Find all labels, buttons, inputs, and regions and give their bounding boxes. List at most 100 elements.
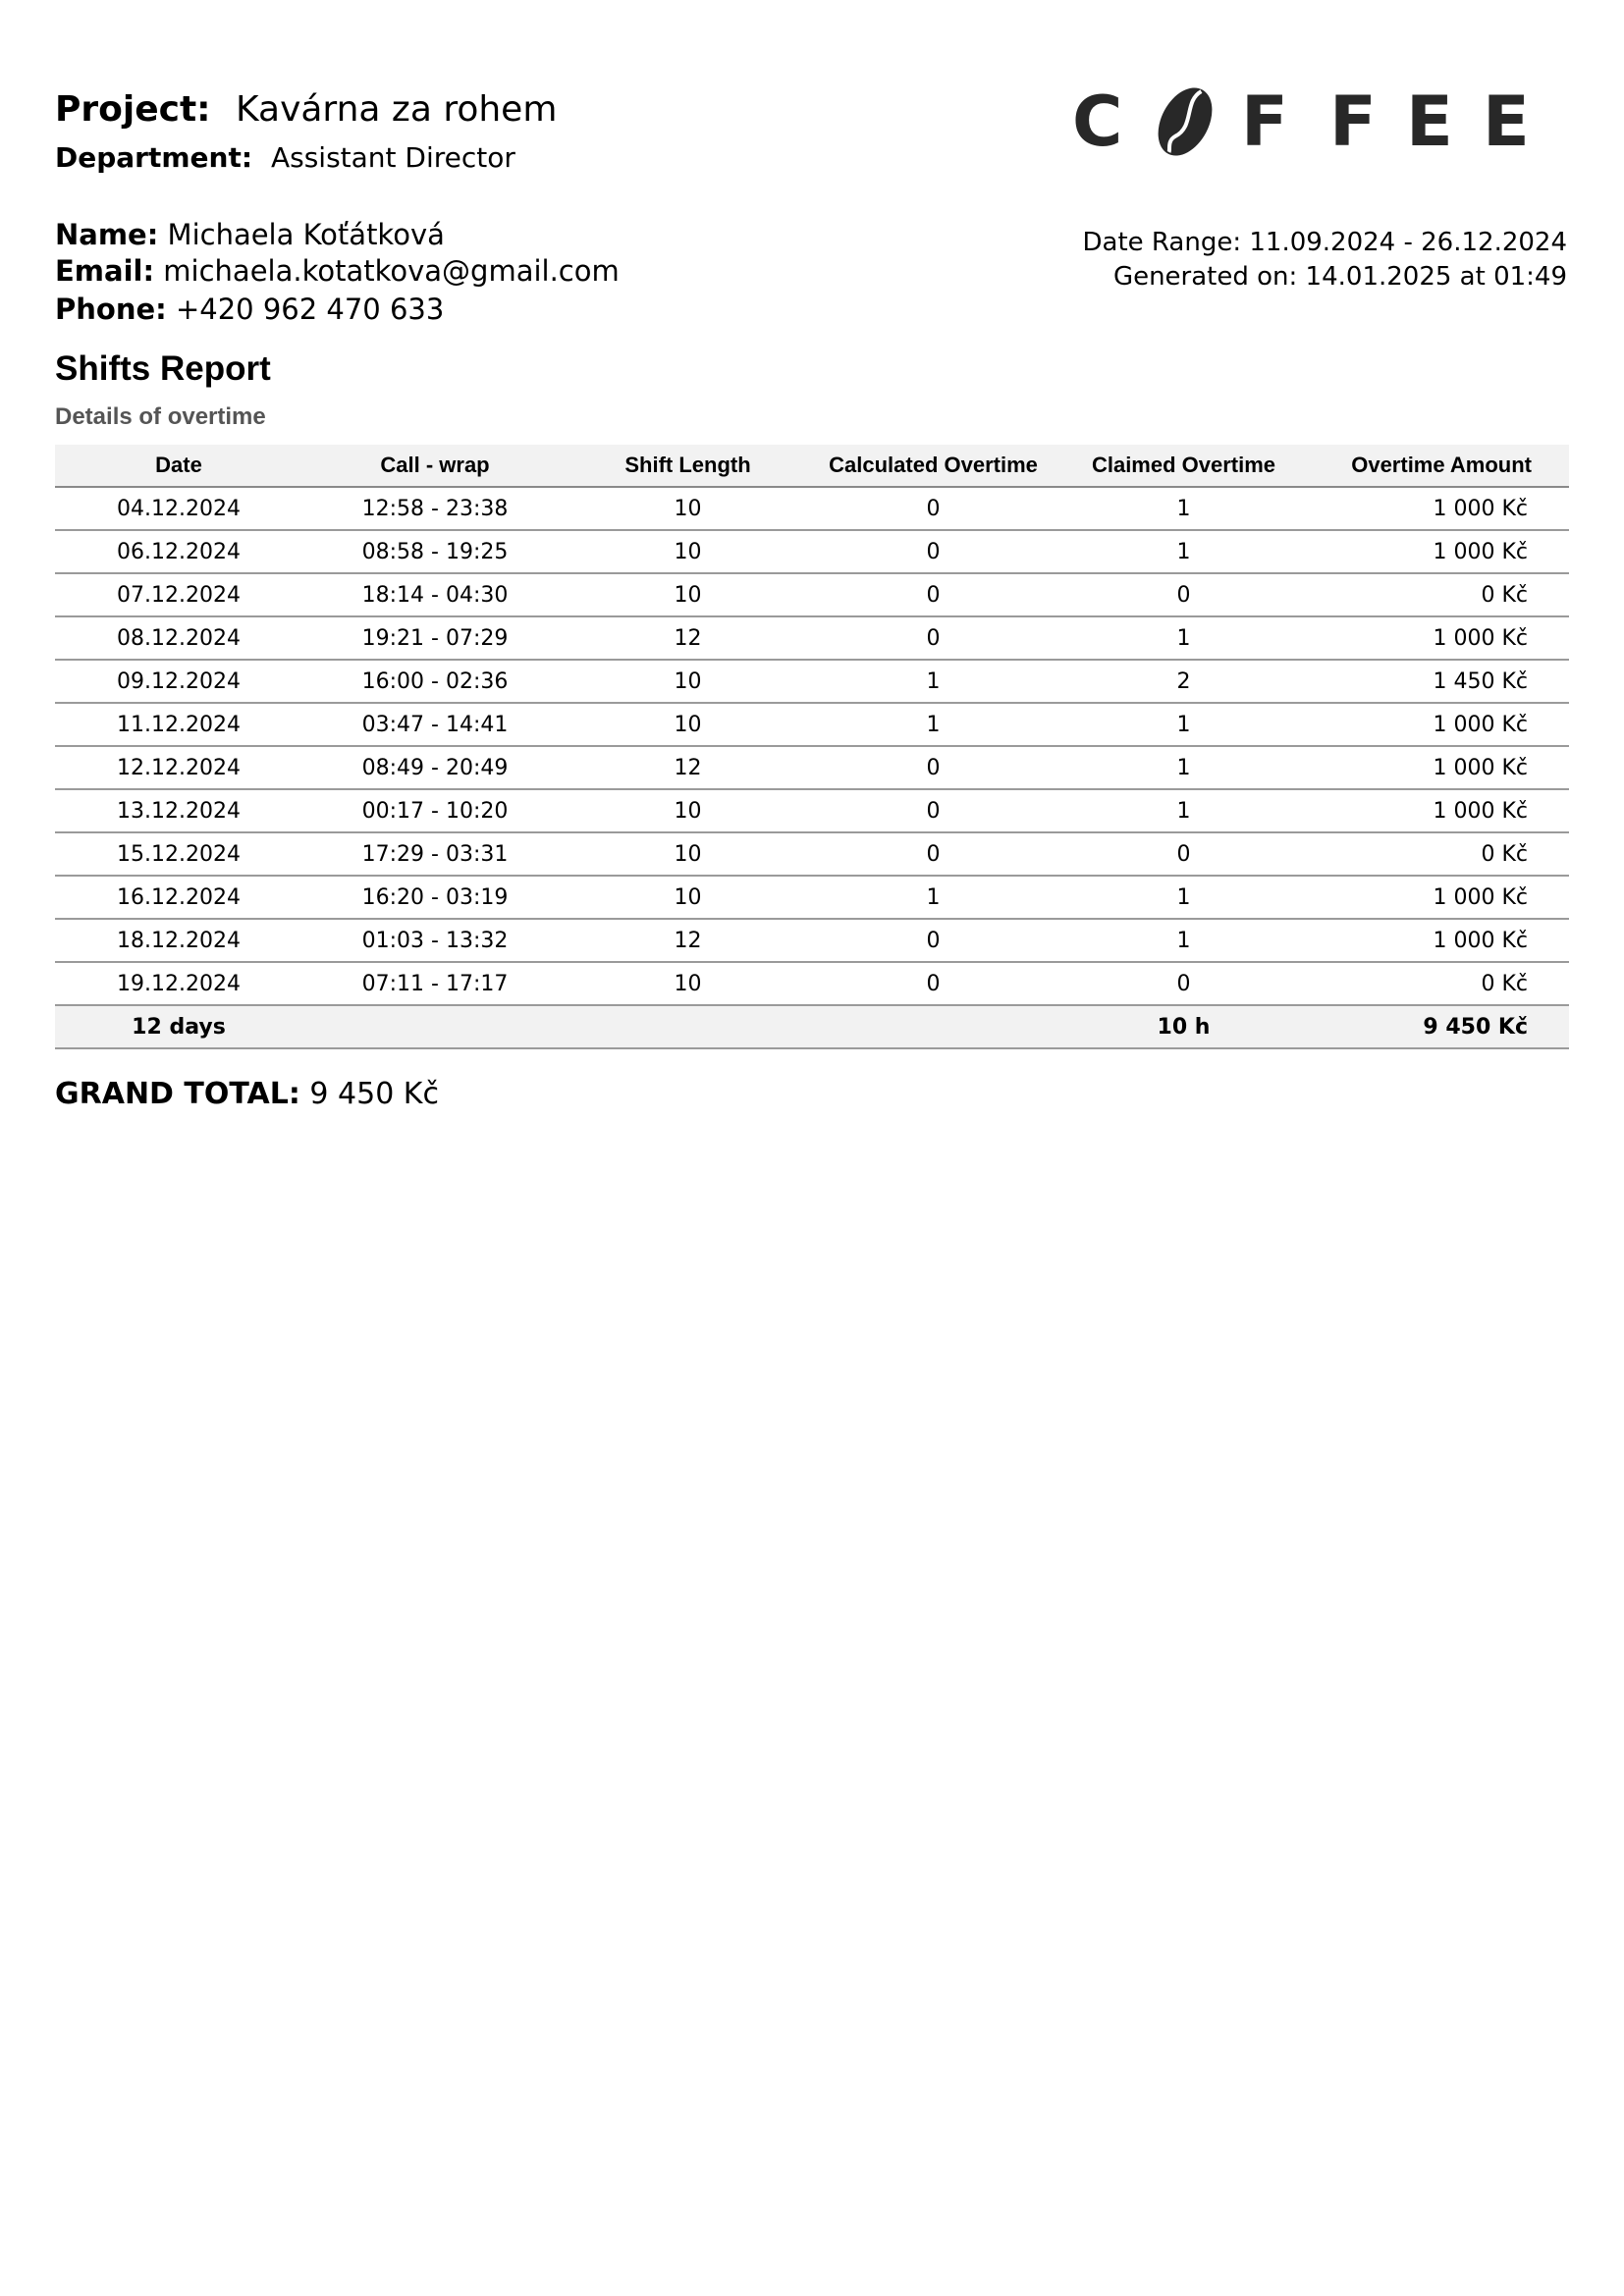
cell-claimed-overtime: 1 [1058, 746, 1309, 790]
cell-date: 04.12.2024 [55, 487, 302, 531]
cell-call-wrap: 08:58 - 19:25 [302, 530, 568, 574]
cell-overtime-amount: 1 000 Kč [1309, 487, 1569, 531]
cell-call-wrap: 07:11 - 17:17 [302, 962, 568, 1006]
table-total-row: 12 days 10 h 9 450 Kč [55, 1005, 1569, 1049]
cell-call-wrap: 16:00 - 02:36 [302, 660, 568, 704]
col-header-call-wrap: Call - wrap [302, 445, 568, 488]
logo-letter-c: C [1072, 81, 1123, 162]
cell-date: 12.12.2024 [55, 746, 302, 790]
table-row: 15.12.2024 17:29 - 03:31 10 0 0 0 Kč [55, 832, 1569, 877]
coffee-bean-icon [1158, 87, 1213, 156]
cell-shift-length: 12 [568, 746, 808, 790]
cell-shift-length: 10 [568, 789, 808, 833]
cell-date: 18.12.2024 [55, 919, 302, 963]
cell-call-wrap: 16:20 - 03:19 [302, 876, 568, 920]
cell-claimed-overtime: 1 [1058, 487, 1309, 531]
overtime-table: Date Call - wrap Shift Length Calculated… [55, 445, 1569, 1049]
report-title: Shifts Report [55, 349, 271, 388]
cell-claimed-overtime: 1 [1058, 616, 1309, 661]
email-label: Email: [55, 254, 155, 288]
table-row: 18.12.2024 01:03 - 13:32 12 0 1 1 000 Kč [55, 919, 1569, 963]
cell-shift-length: 12 [568, 919, 808, 963]
phone-label: Phone: [55, 293, 167, 326]
coffee-logo: C F F E E [1072, 82, 1536, 161]
email-line: Email: michaela.kotatkova@gmail.com [55, 253, 620, 289]
cell-overtime-amount: 1 000 Kč [1309, 746, 1569, 790]
cell-date: 15.12.2024 [55, 832, 302, 877]
department-line: Department: Assistant Director [55, 140, 515, 176]
col-header-claimed-overtime: Claimed Overtime [1058, 445, 1309, 488]
table-row: 07.12.2024 18:14 - 04:30 10 0 0 0 Kč [55, 573, 1569, 617]
cell-date: 16.12.2024 [55, 876, 302, 920]
cell-call-wrap: 00:17 - 10:20 [302, 789, 568, 833]
table-row: 04.12.2024 12:58 - 23:38 10 0 1 1 000 Kč [55, 487, 1569, 531]
name-label: Name: [55, 218, 159, 251]
cell-overtime-amount: 0 Kč [1309, 573, 1569, 617]
cell-calculated-overtime: 0 [808, 746, 1058, 790]
cell-shift-length: 10 [568, 876, 808, 920]
cell-calculated-overtime: 0 [808, 573, 1058, 617]
cell-claimed-overtime: 0 [1058, 962, 1309, 1006]
cell-call-wrap: 08:49 - 20:49 [302, 746, 568, 790]
cell-calculated-overtime: 0 [808, 832, 1058, 877]
logo-letter-f1: F [1241, 81, 1288, 162]
cell-claimed-overtime: 1 [1058, 919, 1309, 963]
table-header-row: Date Call - wrap Shift Length Calculated… [55, 445, 1569, 488]
cell-shift-length: 10 [568, 832, 808, 877]
department-label: Department: [55, 141, 253, 174]
total-empty-cell [302, 1005, 568, 1049]
cell-claimed-overtime: 0 [1058, 573, 1309, 617]
cell-overtime-amount: 1 000 Kč [1309, 616, 1569, 661]
cell-overtime-amount: 1 000 Kč [1309, 530, 1569, 574]
logo-letter-f2: F [1329, 81, 1377, 162]
cell-date: 09.12.2024 [55, 660, 302, 704]
cell-claimed-overtime: 0 [1058, 832, 1309, 877]
total-empty-cell [808, 1005, 1058, 1049]
logo-letter-e2: E [1483, 81, 1530, 162]
total-empty-cell [568, 1005, 808, 1049]
cell-calculated-overtime: 0 [808, 616, 1058, 661]
project-line: Project: Kavárna za rohem [55, 88, 557, 132]
report-page: Project: Kavárna za rohem Department: As… [0, 0, 1624, 2296]
cell-call-wrap: 17:29 - 03:31 [302, 832, 568, 877]
email-value: michaela.kotatkova@gmail.com [163, 254, 620, 288]
phone-line: Phone: +420 962 470 633 [55, 292, 444, 327]
table-row: 08.12.2024 19:21 - 07:29 12 0 1 1 000 Kč [55, 616, 1569, 661]
cell-shift-length: 10 [568, 703, 808, 747]
cell-date: 13.12.2024 [55, 789, 302, 833]
grand-total-label: GRAND TOTAL: [55, 1077, 300, 1111]
cell-date: 08.12.2024 [55, 616, 302, 661]
cell-claimed-overtime: 1 [1058, 530, 1309, 574]
total-claimed-overtime: 10 h [1058, 1005, 1309, 1049]
cell-claimed-overtime: 1 [1058, 789, 1309, 833]
date-range: Date Range: 11.09.2024 - 26.12.2024 [1082, 228, 1567, 257]
cell-calculated-overtime: 1 [808, 876, 1058, 920]
table-row: 19.12.2024 07:11 - 17:17 10 0 0 0 Kč [55, 962, 1569, 1006]
cell-overtime-amount: 1 000 Kč [1309, 919, 1569, 963]
cell-calculated-overtime: 0 [808, 530, 1058, 574]
name-value: Michaela Koťátková [167, 218, 445, 251]
report-subtitle: Details of overtime [55, 403, 266, 430]
cell-calculated-overtime: 0 [808, 962, 1058, 1006]
project-label: Project: [55, 89, 211, 130]
cell-overtime-amount: 1 000 Kč [1309, 789, 1569, 833]
total-overtime-amount: 9 450 Kč [1309, 1005, 1569, 1049]
grand-total-value: 9 450 Kč [309, 1077, 439, 1111]
col-header-overtime-amount: Overtime Amount [1309, 445, 1569, 488]
cell-calculated-overtime: 1 [808, 703, 1058, 747]
cell-calculated-overtime: 0 [808, 919, 1058, 963]
cell-shift-length: 10 [568, 962, 808, 1006]
cell-overtime-amount: 1 450 Kč [1309, 660, 1569, 704]
cell-claimed-overtime: 1 [1058, 703, 1309, 747]
cell-calculated-overtime: 0 [808, 487, 1058, 531]
cell-claimed-overtime: 1 [1058, 876, 1309, 920]
cell-date: 19.12.2024 [55, 962, 302, 1006]
cell-call-wrap: 12:58 - 23:38 [302, 487, 568, 531]
cell-overtime-amount: 0 Kč [1309, 832, 1569, 877]
cell-date: 11.12.2024 [55, 703, 302, 747]
cell-call-wrap: 19:21 - 07:29 [302, 616, 568, 661]
col-header-date: Date [55, 445, 302, 488]
project-value: Kavárna za rohem [236, 89, 558, 130]
cell-call-wrap: 18:14 - 04:30 [302, 573, 568, 617]
cell-shift-length: 10 [568, 530, 808, 574]
